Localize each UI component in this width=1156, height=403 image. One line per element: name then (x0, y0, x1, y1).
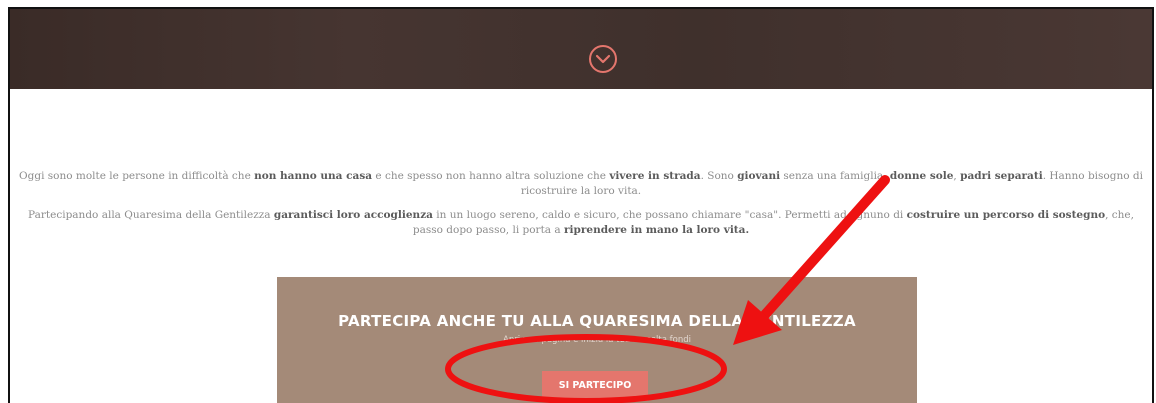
text-span: . Sono (700, 170, 738, 182)
bold-text: costruire un percorso di sostegno (906, 209, 1106, 221)
cta-title: PARTECIPA ANCHE TU ALLA QUARESIMA DELLA … (338, 312, 856, 330)
bold-text: non hanno una casa (254, 170, 373, 182)
cta-panel: PARTECIPA ANCHE TU ALLA QUARESIMA DELLA … (277, 277, 917, 403)
text-span: e che spesso non hanno altra soluzione c… (372, 170, 610, 182)
chevron-down-circle-icon (589, 45, 617, 73)
text-span: Oggi sono molte le persone in difficoltà… (19, 170, 255, 182)
scroll-down-button[interactable] (587, 43, 619, 75)
text-span: senza una famiglia, (780, 170, 890, 182)
si-partecipo-button[interactable]: SI PARTECIPO (542, 371, 648, 401)
intro-paragraph-1: Oggi sono molte le persone in difficoltà… (10, 169, 1152, 199)
bold-text: padri separati (960, 170, 1043, 182)
bold-text: giovani (737, 170, 781, 182)
intro-paragraph-2: Partecipando alla Quaresima della Gentil… (10, 208, 1152, 238)
bold-text: donne sole (889, 170, 954, 182)
bold-text: riprendere in mano la loro vita. (564, 224, 750, 236)
bold-text: vivere in strada (609, 170, 701, 182)
top-header-bar (10, 9, 1152, 89)
text-span: in un luogo sereno, caldo e sicuro, che … (432, 209, 907, 221)
bold-text: garantisci loro accoglienza (273, 209, 433, 221)
cta-subtitle: Apri una pagina e inizia la tua raccolta… (503, 335, 691, 345)
text-span: Partecipando alla Quaresima della Gentil… (28, 209, 274, 221)
browser-frame: Oggi sono molte le persone in difficoltà… (8, 7, 1154, 403)
intro-text: Oggi sono molte le persone in difficoltà… (10, 169, 1152, 247)
